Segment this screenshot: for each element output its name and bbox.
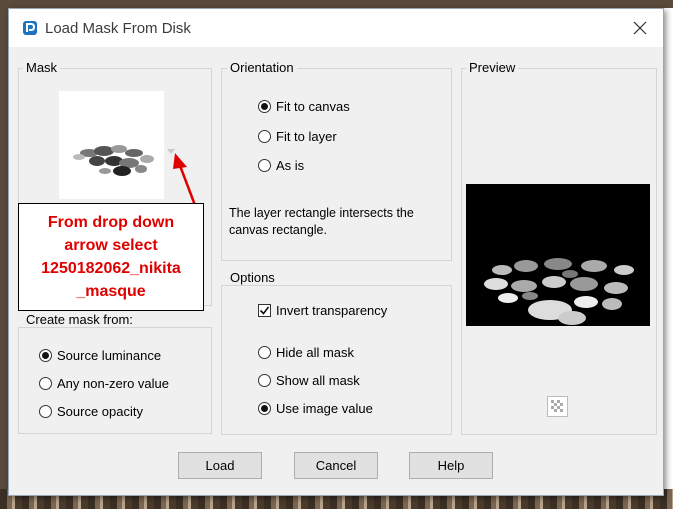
fit-to-canvas-radio[interactable]: Fit to canvas (258, 96, 350, 116)
radio-indicator (39, 348, 52, 362)
radio-label: Use image value (276, 400, 373, 416)
radio-label: Source opacity (57, 403, 143, 419)
hide-all-mask-radio[interactable]: Hide all mask (258, 342, 354, 362)
orientation-description: The layer rectangle intersects the canva… (229, 206, 414, 237)
radio-label: Fit to layer (276, 128, 337, 144)
title-bar: Load Mask From Disk (9, 9, 663, 47)
annotation-line: 1250182062_nikita (41, 260, 181, 277)
close-icon (633, 21, 647, 35)
invert-transparency-checkbox[interactable]: Invert transparency (258, 300, 387, 320)
mask-thumbnail-image (73, 145, 154, 176)
mask-thumbnail[interactable] (59, 91, 164, 199)
close-button[interactable] (617, 9, 663, 47)
create-mask-label: Create mask from: (23, 312, 136, 327)
options-label: Options (227, 270, 278, 285)
radio-label: As is (276, 157, 305, 173)
radio-indicator (258, 158, 271, 172)
radio-indicator (258, 373, 271, 387)
checkbox-indicator (258, 303, 271, 317)
radio-indicator (258, 401, 271, 415)
load-button[interactable]: Load (178, 452, 262, 479)
as-is-radio[interactable]: As is (258, 155, 304, 175)
radio-indicator (258, 129, 271, 143)
checkerboard-icon (551, 400, 564, 413)
radio-indicator (39, 376, 52, 390)
preview-toggle-button[interactable] (547, 396, 568, 417)
annotation-line: From drop down (47, 214, 175, 231)
annotation-callout: From drop down arrow select 1250182062_n… (18, 203, 204, 311)
radio-indicator (39, 404, 52, 418)
source-luminance-radio[interactable]: Source luminance (39, 345, 161, 365)
help-button[interactable]: Help (409, 452, 493, 479)
preview-mask-image (484, 258, 634, 325)
paintshop-app-icon (23, 21, 37, 35)
window-title: Load Mask From Disk (45, 20, 191, 37)
radio-indicator (258, 345, 271, 359)
source-opacity-radio[interactable]: Source opacity (39, 401, 143, 421)
checkmark-icon (259, 306, 270, 315)
radio-label: Any non-zero value (57, 375, 170, 391)
cancel-button[interactable]: Cancel (294, 452, 378, 479)
checkbox-label: Invert transparency (276, 302, 388, 318)
preview-image (466, 184, 650, 326)
annotation-line: _masque (76, 283, 146, 300)
radio-label: Hide all mask (276, 344, 355, 360)
radio-label: Show all mask (276, 372, 360, 388)
orientation-label: Orientation (227, 60, 297, 75)
fit-to-layer-radio[interactable]: Fit to layer (258, 126, 337, 146)
radio-indicator (258, 99, 271, 113)
use-image-value-radio[interactable]: Use image value (258, 398, 373, 418)
preview-label: Preview (466, 60, 519, 75)
show-all-mask-radio[interactable]: Show all mask (258, 370, 360, 390)
radio-label: Source luminance (57, 347, 162, 363)
radio-label: Fit to canvas (276, 98, 350, 114)
annotation-line: arrow select (64, 237, 158, 254)
any-non-zero-radio[interactable]: Any non-zero value (39, 373, 169, 393)
mask-group-label: Mask (23, 60, 61, 75)
